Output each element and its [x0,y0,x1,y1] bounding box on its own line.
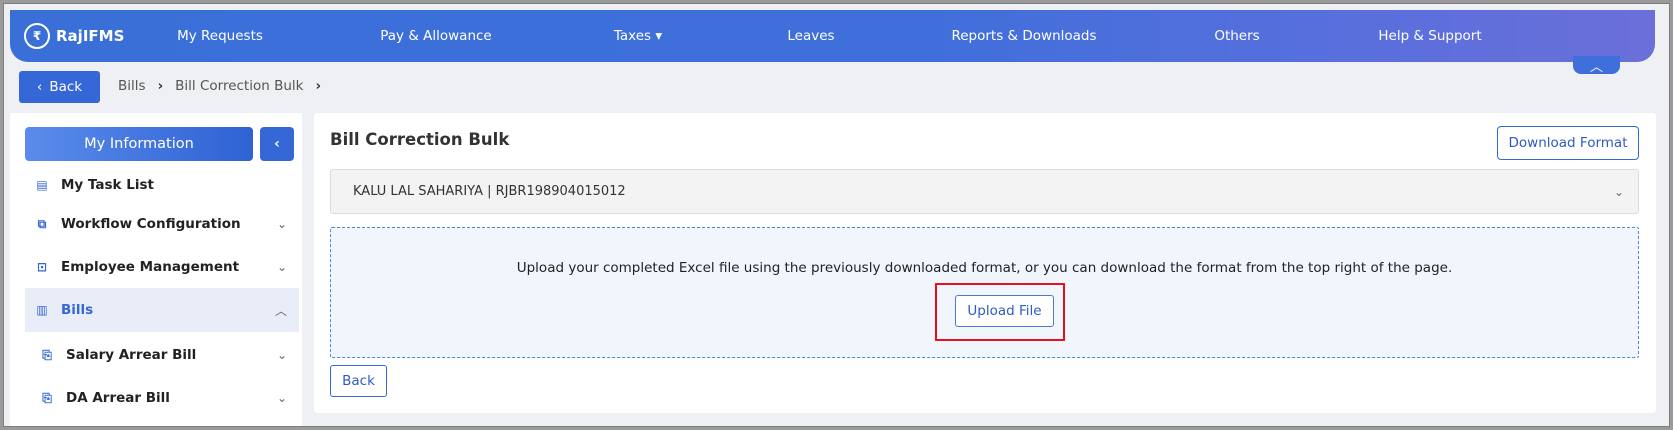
back-button-label: Back [49,79,83,95]
file-drop-zone[interactable]: Upload your completed Excel file using t… [330,227,1639,358]
sidebar-item-label: Salary Arrear Bill [66,347,197,363]
employee-select[interactable]: KALU LAL SAHARIYA | RJBR198904015012 ⌄ [330,169,1639,214]
nav-pay-allowance[interactable]: Pay & Allowance [380,28,492,44]
nav-leaves[interactable]: Leaves [787,28,834,44]
chevron-left-icon: ‹ [36,79,43,95]
sidebar-item-label: Workflow Configuration [61,216,241,232]
brand-name: RajIFMS [56,27,125,45]
sidebar: My Information ‹ ▤ My Task List ⧉ Workfl… [10,113,302,426]
chevron-up-icon: ︿ [1589,59,1603,75]
chevron-right-icon: › [157,78,164,94]
rajifms-logo-icon: ₹ [24,23,50,49]
sidebar-item-employee-management[interactable]: ⊡ Employee Management ⌄ [25,245,299,289]
nav-others[interactable]: Others [1214,28,1259,44]
upload-instructions: Upload your completed Excel file using t… [516,260,1453,276]
upload-file-button[interactable]: Upload File [955,295,1054,327]
back-button-bottom[interactable]: Back [330,365,387,397]
sidebar-item-my-task-list[interactable]: ▤ My Task List [25,163,299,207]
sidebar-item-da-arrear-bill[interactable]: ⎘ DA Arrear Bill ⌄ [25,376,299,420]
nav-taxes[interactable]: Taxes ▾ [614,28,662,44]
chevron-down-icon: ⌄ [1613,184,1624,199]
download-format-button[interactable]: Download Format [1497,126,1639,160]
nav-my-requests[interactable]: My Requests [177,28,263,44]
sidebar-item-label: My Task List [61,177,154,193]
sidebar-item-bills[interactable]: ▥ Bills ︿ [25,288,299,332]
sidebar-item-label: DA Arrear Bill [66,390,170,406]
chevron-up-icon: ︿ [274,303,287,318]
breadcrumb-bill-correction-bulk[interactable]: Bill Correction Bulk [175,78,303,94]
bill-icon: ▥ [36,303,48,317]
chevron-down-icon: ⌄ [276,391,287,405]
sidebar-collapse-button[interactable]: ‹ [260,127,294,161]
brand[interactable]: ₹ RajIFMS [24,23,124,49]
breadcrumb-bills[interactable]: Bills [118,78,146,94]
list-icon: ▤ [36,178,48,192]
my-information-button[interactable]: My Information [25,127,253,161]
sidebar-item-label: Bills [61,302,94,318]
sidebar-item-salary-arrear-bill[interactable]: ⎘ Salary Arrear Bill ⌄ [25,333,299,377]
collapse-header-button[interactable]: ︿ [1573,56,1620,75]
workflow-icon: ⧉ [37,216,47,231]
sidebar-item-label: Employee Management [61,259,240,275]
chevron-left-icon: ‹ [274,136,280,152]
main-panel: Bill Correction Bulk Download Format KAL… [314,113,1656,413]
top-navigation-bar: ₹ RajIFMS My Requests Pay & Allowance Ta… [10,10,1655,62]
document-search-icon: ⎘ [42,390,52,405]
chevron-down-icon: ⌄ [276,260,287,274]
chevron-down-icon: ⌄ [276,217,287,231]
back-button[interactable]: ‹ Back [19,71,100,103]
employee-select-value: KALU LAL SAHARIYA | RJBR198904015012 [353,184,626,199]
app-window: ₹ RajIFMS My Requests Pay & Allowance Ta… [3,3,1670,427]
chevron-right-icon: › [315,78,322,94]
nav-help-support[interactable]: Help & Support [1378,28,1481,44]
nav-reports-downloads[interactable]: Reports & Downloads [951,28,1096,44]
sidebar-item-workflow-configuration[interactable]: ⧉ Workflow Configuration ⌄ [25,202,299,246]
breadcrumb: Bills › Bill Correction Bulk › [118,78,321,94]
page-title: Bill Correction Bulk [330,130,510,149]
document-search-icon: ⎘ [42,347,52,362]
chevron-down-icon: ⌄ [276,348,287,362]
briefcase-icon: ⊡ [36,260,48,274]
